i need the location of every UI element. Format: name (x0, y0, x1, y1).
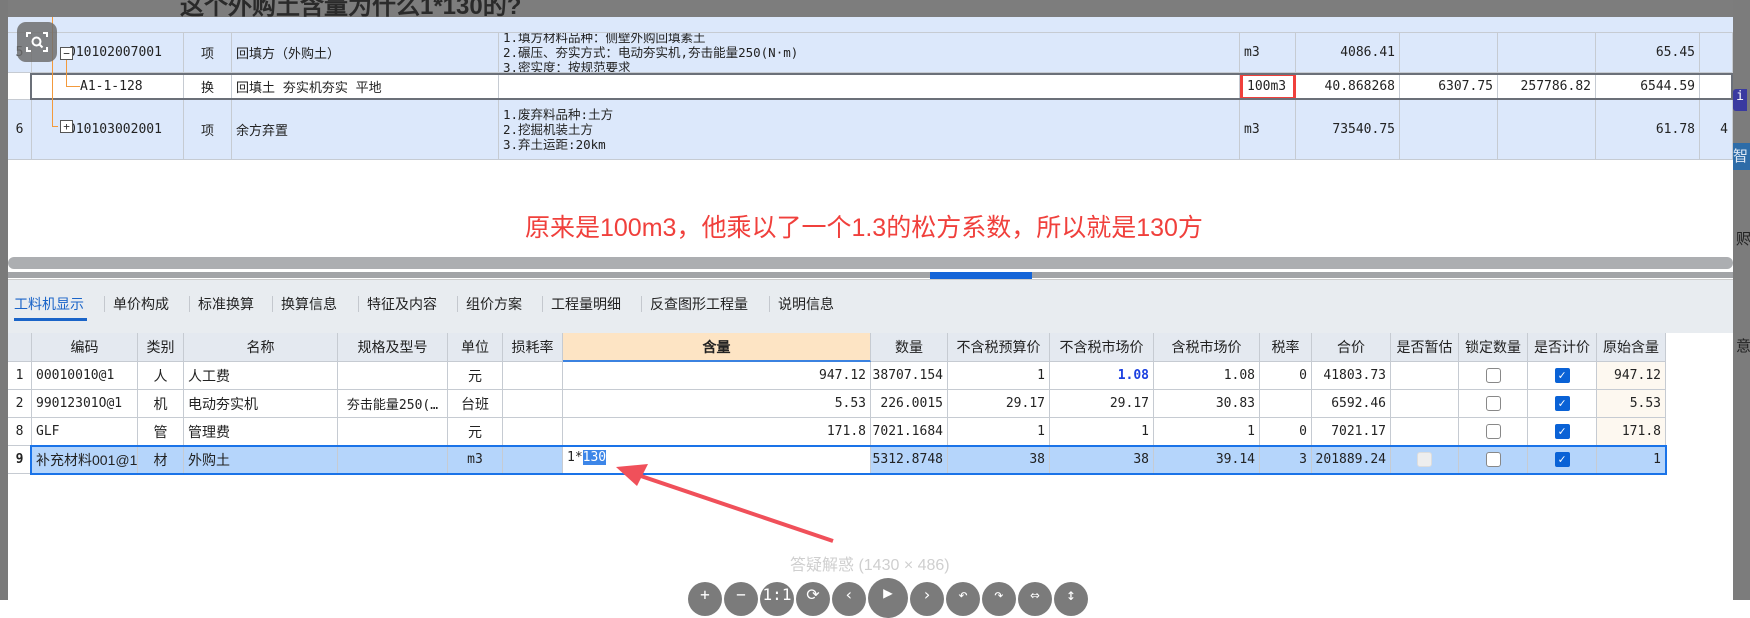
viewer-button-0[interactable]: + (688, 582, 722, 616)
viewer-button-4[interactable]: ‹ (832, 582, 866, 616)
viewer-button-8[interactable]: ↷ (982, 582, 1016, 616)
viewer-left-edge (0, 0, 8, 600)
viewer-button-2[interactable]: 1:1 (760, 582, 794, 616)
viewer-button-3[interactable]: ⟳ (796, 582, 830, 616)
info-badge[interactable]: i (1733, 89, 1747, 111)
viewer-button-5[interactable]: ▶ (868, 578, 908, 618)
side-panel: i 智 赆 意 (1733, 0, 1750, 600)
viewer-button-9[interactable]: ⇔ (1018, 582, 1052, 616)
viewer-button-7[interactable]: ↶ (946, 582, 980, 616)
viewer-button-10[interactable]: ↕ (1054, 582, 1088, 616)
image-caption: 答疑解惑 (1430 × 486) (790, 557, 950, 574)
side-char: 赆 (1736, 230, 1750, 248)
side-char: 意 (1736, 337, 1750, 355)
viewer-button-6[interactable]: › (910, 582, 944, 616)
smart-button[interactable]: 智 (1733, 143, 1750, 170)
red-arrow (616, 464, 834, 543)
viewer-button-1[interactable]: − (724, 582, 758, 616)
arrow-shaft (631, 471, 834, 543)
